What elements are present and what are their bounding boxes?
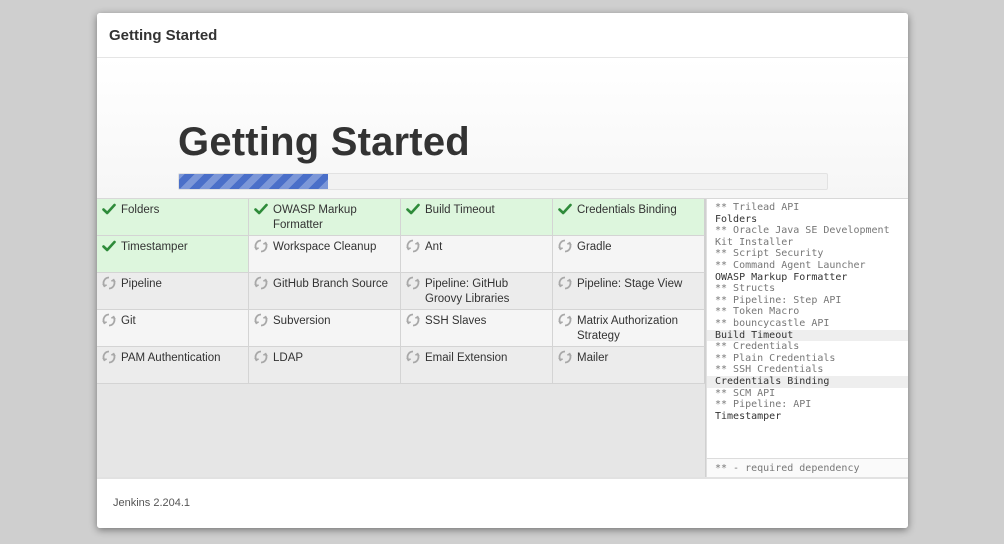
spinner-icon <box>406 276 420 290</box>
check-icon <box>558 202 572 216</box>
plugin-name: Matrix Authorization Strategy <box>577 315 678 342</box>
install-progress-fill <box>179 174 329 189</box>
spinner-icon <box>558 350 572 364</box>
check-icon <box>254 202 268 216</box>
plugin-name: Subversion <box>273 315 331 327</box>
plugin-name: Gradle <box>577 241 612 253</box>
spinner-icon <box>254 313 268 327</box>
plugin-name: Mailer <box>577 352 609 364</box>
plugin-name: SSH Slaves <box>425 315 487 327</box>
plugin-name: Build Timeout <box>425 204 495 216</box>
dialog-header: Getting Started <box>97 13 908 58</box>
plugin-item: LDAP <box>249 347 401 384</box>
plugin-item: Subversion <box>249 310 401 347</box>
plugin-name: Pipeline <box>121 278 162 290</box>
log-line: ** Oracle Java SE Development Kit Instal… <box>715 225 896 248</box>
plugin-grid: Folders OWASP Markup Formatter Build Timeo… <box>97 199 705 384</box>
plugin-name: Pipeline: GitHub Groovy Libraries <box>425 278 510 305</box>
log-line: ** Command Agent Launcher <box>715 259 866 271</box>
plugin-name: Ant <box>425 241 443 253</box>
plugin-name: Folders <box>121 204 160 216</box>
spinner-icon <box>558 276 572 290</box>
jenkins-version: Jenkins 2.204.1 <box>113 497 191 509</box>
log-line: ** SCM API <box>715 387 776 399</box>
spinner-icon <box>102 313 116 327</box>
log-line: ** Trilead API <box>715 202 800 213</box>
log-line: ** Structs <box>715 283 776 295</box>
log-line: Folders <box>715 213 758 225</box>
log-line: Timestamper <box>715 410 782 422</box>
spinner-icon <box>558 239 572 253</box>
install-progress-bar <box>178 173 828 190</box>
spinner-icon <box>254 276 268 290</box>
plugin-item: Credentials Binding <box>553 199 705 236</box>
dialog-footer: Jenkins 2.204.1 <box>97 477 908 528</box>
plugin-list-panel: Folders OWASP Markup Formatter Build Timeo… <box>97 199 706 477</box>
plugin-item: Gradle <box>553 236 705 273</box>
plugin-item: Git <box>97 310 249 347</box>
plugin-name: OWASP Markup Formatter <box>273 204 357 231</box>
plugin-item: Ant <box>401 236 553 273</box>
hero-title: Getting Started <box>178 120 470 164</box>
check-icon <box>102 202 116 216</box>
spinner-icon <box>406 313 420 327</box>
plugin-item: GitHub Branch Source <box>249 273 401 310</box>
plugin-item: Pipeline <box>97 273 249 310</box>
install-log-footer: ** - required dependency <box>706 458 908 477</box>
plugin-item: Folders <box>97 199 249 236</box>
log-line: ** Plain Credentials <box>715 352 836 364</box>
plugin-item: Timestamper <box>97 236 249 273</box>
check-icon <box>102 239 116 253</box>
dialog-header-title: Getting Started <box>109 27 218 44</box>
plugin-item: Email Extension <box>401 347 553 384</box>
plugin-name: Credentials Binding <box>577 204 677 216</box>
spinner-icon <box>254 239 268 253</box>
plugin-item: PAM Authentication <box>97 347 249 384</box>
log-line: ** Credentials <box>715 341 800 353</box>
install-log[interactable]: ** Trilead API Folders ** Oracle Java SE D… <box>706 199 908 460</box>
spinner-icon <box>102 350 116 364</box>
spinner-icon <box>406 239 420 253</box>
plugin-name: PAM Authentication <box>121 352 221 364</box>
plugin-name: Pipeline: Stage View <box>577 278 683 290</box>
log-line: Credentials Binding <box>707 375 908 388</box>
log-line: ** SSH Credentials <box>715 364 824 376</box>
hero-panel: Getting Started <box>97 58 908 200</box>
plugin-item: Pipeline: GitHub Groovy Libraries <box>401 273 553 310</box>
getting-started-dialog: Getting Started Getting Started Folders O… <box>97 13 908 528</box>
log-line: ** Script Security <box>715 248 824 260</box>
plugin-item: SSH Slaves <box>401 310 553 347</box>
plugin-name: Timestamper <box>121 241 188 253</box>
log-line: ** Token Macro <box>715 306 800 318</box>
plugin-name: GitHub Branch Source <box>273 278 389 290</box>
check-icon <box>406 202 420 216</box>
plugin-item: Mailer <box>553 347 705 384</box>
plugin-name: Git <box>121 315 136 327</box>
plugin-name: Email Extension <box>425 352 508 364</box>
plugin-item: Matrix Authorization Strategy <box>553 310 705 347</box>
spinner-icon <box>102 276 116 290</box>
log-line: Build Timeout <box>707 329 908 342</box>
log-line: ** bouncycastle API <box>715 317 830 329</box>
spinner-icon <box>254 350 268 364</box>
plugin-name: LDAP <box>273 352 304 364</box>
log-line: ** Pipeline: Step API <box>715 294 842 306</box>
plugin-item: Workspace Cleanup <box>249 236 401 273</box>
spinner-icon <box>558 313 572 327</box>
plugin-name: Workspace Cleanup <box>273 241 377 253</box>
log-line: ** Pipeline: API <box>715 399 812 411</box>
plugin-item: OWASP Markup Formatter <box>249 199 401 236</box>
log-line: OWASP Markup Formatter <box>715 271 848 283</box>
plugin-item: Pipeline: Stage View <box>553 273 705 310</box>
spinner-icon <box>406 350 420 364</box>
plugin-item: Build Timeout <box>401 199 553 236</box>
